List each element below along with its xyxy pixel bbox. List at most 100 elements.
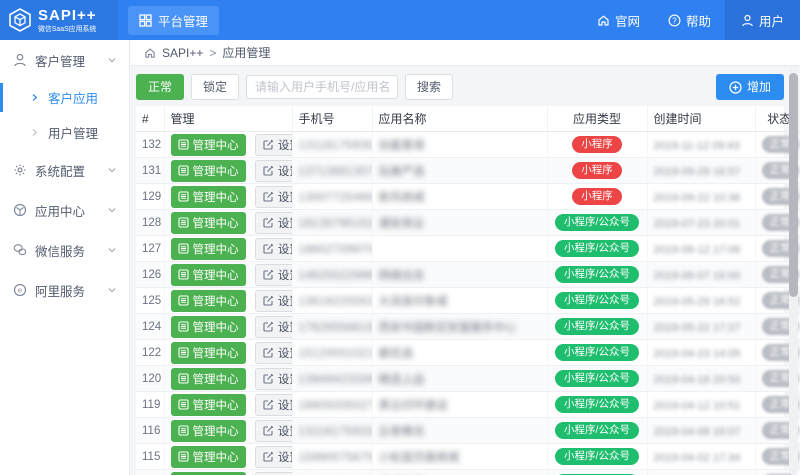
breadcrumb-root[interactable]: SAPI++ xyxy=(162,46,203,60)
topbar-user-menu[interactable]: 用户 xyxy=(725,0,800,40)
breadcrumb-separator: > xyxy=(209,46,216,60)
created-time: 2019-11-12 09:43 xyxy=(654,140,740,152)
list-icon xyxy=(178,139,189,150)
app-type-badge: 小程序/公众号 xyxy=(555,344,639,362)
sidebar-item-system-config[interactable]: 系统配置 xyxy=(0,150,129,190)
customer-icon xyxy=(13,53,27,67)
topbar-site-link[interactable]: 官网 xyxy=(583,0,654,40)
svg-text:e: e xyxy=(18,286,22,295)
app-name: 小松鼠页面商城 xyxy=(379,452,460,464)
table-row: 125 管理中心 设置 13616225553 大润发印象城 小程序/公众号 2… xyxy=(136,288,800,314)
row-id: 125 xyxy=(136,288,164,314)
manage-center-button[interactable]: 管理中心 xyxy=(171,264,246,286)
app-type-badge: 小程序/公众号 xyxy=(555,214,639,232)
manage-cell: 管理中心 设置 xyxy=(164,366,292,392)
settings-button[interactable]: 设置 xyxy=(255,342,292,364)
settings-button[interactable]: 设置 xyxy=(255,238,292,260)
created-time: 2019-04-02 17:34 xyxy=(654,452,741,464)
manage-center-button[interactable]: 管理中心 xyxy=(171,186,246,208)
list-icon xyxy=(178,217,189,228)
table-row: 116 管理中心 设置 13116175933 云老棒兆 小程序/公众号 201… xyxy=(136,418,800,444)
list-icon xyxy=(178,373,189,384)
settings-button[interactable]: 设置 xyxy=(255,446,292,468)
manage-cell: 管理中心 设置 xyxy=(164,132,292,158)
search-button[interactable]: 搜索 xyxy=(405,74,453,100)
settings-button[interactable]: 设置 xyxy=(255,186,292,208)
settings-button[interactable]: 设置 xyxy=(255,394,292,416)
manage-center-button[interactable]: 管理中心 xyxy=(171,394,246,416)
ali-icon: e xyxy=(13,283,27,297)
created-time: 2019-07-23 20:01 xyxy=(654,218,741,230)
table-row: 131 管理中心 设置 13713661307 玩美严选 小程序 2019-09… xyxy=(136,158,800,184)
manage-center-button[interactable]: 管理中心 xyxy=(171,238,246,260)
row-id: 124 xyxy=(136,314,164,340)
sidebar-item-ali-service[interactable]: e 阿里服务 xyxy=(0,270,129,310)
phone-number: 13949423339 xyxy=(299,374,373,386)
sidebar-item-label: 阿里服务 xyxy=(35,281,85,300)
settings-button[interactable]: 设置 xyxy=(255,160,292,182)
sidebar-item-app-center[interactable]: 应用中心 xyxy=(0,190,129,230)
topbar-help-link[interactable]: ? 帮助 xyxy=(654,0,725,40)
edit-icon xyxy=(263,295,274,306)
manage-center-button[interactable]: 管理中心 xyxy=(171,134,246,156)
settings-button[interactable]: 设置 xyxy=(255,420,292,442)
manage-center-button[interactable]: 管理中心 xyxy=(171,160,246,182)
topbar-help-label: 帮助 xyxy=(686,11,711,30)
scrollbar-thumb[interactable] xyxy=(789,73,798,297)
row-id: 114 xyxy=(136,470,164,475)
topbar-user-label: 用户 xyxy=(759,11,784,30)
list-icon xyxy=(178,347,189,358)
scrollbar-track[interactable] xyxy=(789,66,798,475)
filter-normal-button[interactable]: 正常 xyxy=(136,74,184,100)
app-type-badge: 小程序/公众号 xyxy=(555,370,639,388)
manage-center-button[interactable]: 管理中心 xyxy=(171,342,246,364)
created-time: 2019-04-12 10:51 xyxy=(654,400,741,412)
manage-center-button[interactable]: 管理中心 xyxy=(171,316,246,338)
settings-button[interactable]: 设置 xyxy=(255,368,292,390)
sidebar-item-label: 微信服务 xyxy=(35,241,85,260)
settings-button[interactable]: 设置 xyxy=(255,134,292,156)
chevron-right-icon xyxy=(30,93,39,102)
manage-center-button[interactable]: 管理中心 xyxy=(171,446,246,468)
edit-icon xyxy=(263,451,274,462)
sidebar-item-wechat-service[interactable]: 微信服务 xyxy=(0,230,129,270)
grid-icon xyxy=(139,14,152,27)
topbar-site-label: 官网 xyxy=(615,11,640,30)
app-type-badge: 小程序/公众号 xyxy=(555,266,639,284)
settings-button[interactable]: 设置 xyxy=(255,290,292,312)
phone-number: 13713661307 xyxy=(299,166,373,178)
table-row: 129 管理中心 设置 13007725469 新风商城 小程序 2019-09… xyxy=(136,184,800,210)
logo-title: SAPI++ xyxy=(38,8,101,23)
row-id: 126 xyxy=(136,262,164,288)
app-center-icon xyxy=(13,203,27,217)
sidebar-item-user-management[interactable]: 用户管理 xyxy=(0,115,129,150)
add-button[interactable]: 增加 xyxy=(716,74,784,100)
sidebar-item-customer-management[interactable]: 客户管理 xyxy=(0,40,129,80)
top-navbar: SAPI++ 微信SaaS应用系统 平台管理 官网 xyxy=(0,0,800,40)
sidebar-item-customer-apps[interactable]: 客户应用 xyxy=(0,80,129,115)
app-type-badge: 小程序/公众号 xyxy=(555,240,639,258)
manage-center-button[interactable]: 管理中心 xyxy=(171,368,246,390)
app-name: 网缘出击 xyxy=(379,270,425,282)
manage-center-button[interactable]: 管理中心 xyxy=(171,212,246,234)
edit-icon xyxy=(263,217,274,228)
settings-button[interactable]: 设置 xyxy=(255,264,292,286)
settings-button[interactable]: 设置 xyxy=(255,316,292,338)
app-name: 黑云印环建设 xyxy=(379,400,448,412)
phone-number: 13007725469 xyxy=(299,192,373,204)
nav-platform-management[interactable]: 平台管理 xyxy=(128,6,219,35)
phone-number: 15120001021 xyxy=(299,348,373,360)
manage-cell: 管理中心 设置 xyxy=(164,314,292,340)
chevron-down-icon xyxy=(107,205,117,215)
list-icon xyxy=(178,425,189,436)
search-input[interactable] xyxy=(246,75,398,99)
manage-cell: 管理中心 设置 xyxy=(164,418,292,444)
logo-subtitle: 微信SaaS应用系统 xyxy=(38,25,96,32)
manage-center-button[interactable]: 管理中心 xyxy=(171,290,246,312)
settings-button[interactable]: 设置 xyxy=(255,212,292,234)
filter-locked-button[interactable]: 锁定 xyxy=(191,74,239,100)
app-type-badge: 小程序/公众号 xyxy=(555,292,639,310)
edit-icon xyxy=(263,373,274,384)
manage-center-button[interactable]: 管理中心 xyxy=(171,420,246,442)
phone-number: 13616225553 xyxy=(299,296,373,308)
